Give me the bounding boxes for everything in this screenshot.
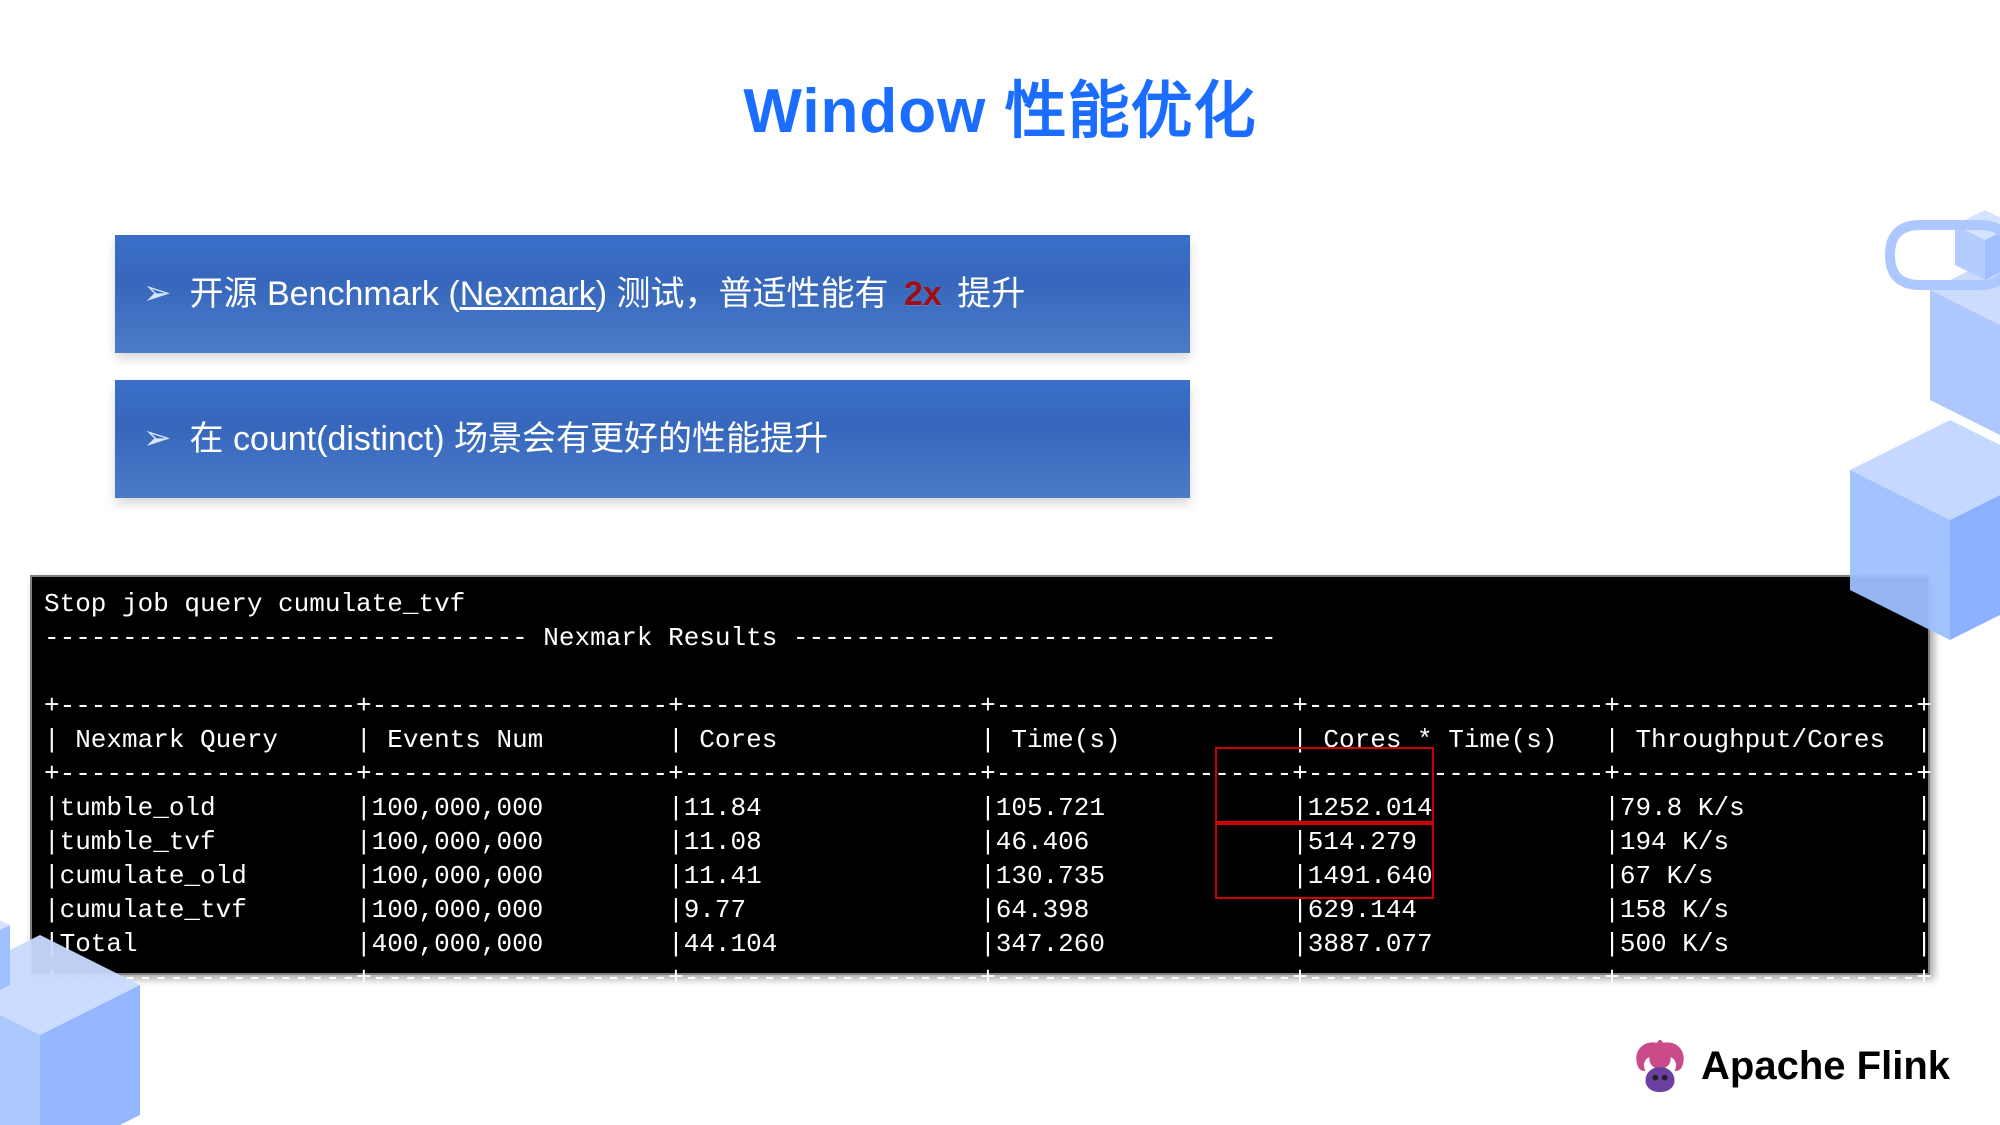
table-border: +-------------------+-------------------…	[44, 963, 1932, 993]
table-header: | Nexmark Query | Events Num | Cores | T…	[44, 725, 1932, 755]
flink-squirrel-icon	[1631, 1037, 1689, 1095]
nexmark-link[interactable]: Nexmark	[460, 275, 596, 313]
bullet-benchmark: ➢ 开源 Benchmark (Nexmark) 测试，普适性能有 2x 提升	[115, 235, 1190, 353]
table-border: +-------------------+-------------------…	[44, 759, 1932, 789]
text-pre: 开源 Benchmark (	[190, 275, 460, 313]
slide: Window 性能优化 ➢ 开源 Benchmark (Nexmark) 测试，…	[0, 0, 2000, 1125]
chevron-icon: ➢	[143, 273, 172, 315]
table-row: |Total |400,000,000 |44.104 |347.260 |38…	[44, 929, 1932, 959]
bullet-text: 开源 Benchmark (Nexmark) 测试，普适性能有 2x 提升	[190, 272, 1026, 316]
terminal-stop-line: Stop job query cumulate_tvf	[44, 589, 465, 619]
text-mid: ) 测试，普适性能有	[596, 275, 898, 313]
text-post: 提升	[948, 275, 1025, 313]
terminal-results-header: ------------------------------- Nexmark …	[44, 623, 1277, 653]
bullet-text: 在 count(distinct) 场景会有更好的性能提升	[190, 417, 829, 461]
table-row: |cumulate_old |100,000,000 |11.41 |130.7…	[44, 861, 1932, 891]
apache-flink-logo: Apache Flink	[1631, 1037, 1950, 1095]
logo-text: Apache Flink	[1701, 1044, 1950, 1089]
table-border: +-------------------+-------------------…	[44, 691, 1932, 721]
chevron-icon: ➢	[143, 418, 172, 460]
table-row: |cumulate_tvf |100,000,000 |9.77 |64.398…	[44, 895, 1932, 925]
terminal-output: Stop job query cumulate_tvf ------------…	[30, 575, 1930, 975]
table-row: |tumble_tvf |100,000,000 |11.08 |46.406 …	[44, 827, 1932, 857]
highlight-2x: 2x	[904, 275, 942, 313]
slide-title: Window 性能优化	[0, 60, 2000, 150]
table-row: |tumble_old |100,000,000 |11.84 |105.721…	[44, 793, 1932, 823]
bullet-distinct: ➢ 在 count(distinct) 场景会有更好的性能提升	[115, 380, 1190, 498]
